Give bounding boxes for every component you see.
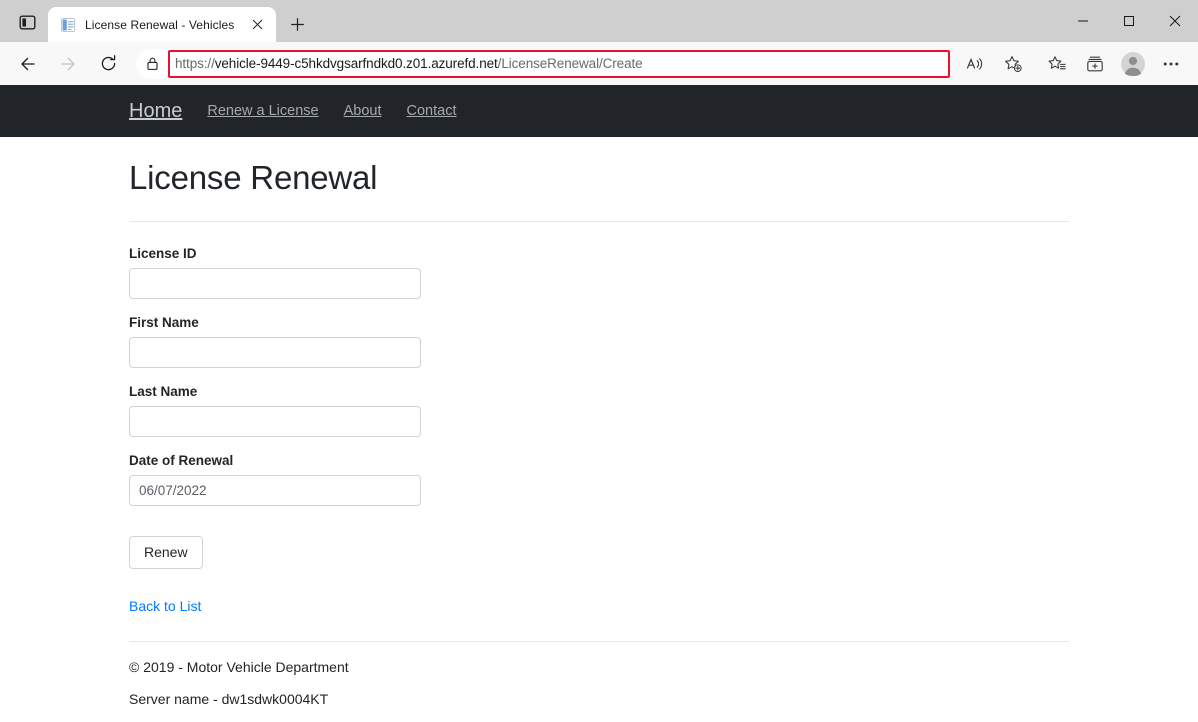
- window-controls: [1060, 0, 1198, 42]
- label-last-name: Last Name: [129, 384, 198, 399]
- license-id-input[interactable]: [129, 268, 421, 299]
- nav-link-contact[interactable]: Contact: [407, 103, 457, 119]
- nav-link-about[interactable]: About: [344, 103, 382, 119]
- main-content: License Renewal License ID First Name La…: [129, 137, 1069, 642]
- back-button[interactable]: [11, 47, 45, 81]
- collections-button[interactable]: [1078, 47, 1112, 81]
- tab-actions-icon: [19, 14, 36, 31]
- favorites-button[interactable]: [1040, 47, 1074, 81]
- arrow-right-icon: [58, 54, 78, 74]
- url-text: https://vehicle-9449-c5hkdvgsarfndkd0.z0…: [175, 56, 643, 71]
- add-favorite-button[interactable]: [996, 47, 1030, 81]
- read-aloud-icon: [965, 54, 985, 74]
- title-bar: License Renewal - Vehicles: [0, 0, 1198, 42]
- browser-window: License Renewal - Vehicles https://vehic…: [0, 0, 1198, 722]
- favorites-list-icon: [1047, 54, 1067, 74]
- form-group-first-name: First Name: [129, 315, 1069, 368]
- refresh-button[interactable]: [91, 47, 125, 81]
- page-viewport: Home Renew a License About Contact Licen…: [0, 85, 1198, 722]
- star-plus-icon: [1003, 54, 1023, 74]
- label-first-name: First Name: [129, 315, 199, 330]
- toolbar-icon-group: [956, 47, 1190, 81]
- first-name-input[interactable]: [129, 337, 421, 368]
- read-aloud-button[interactable]: [958, 47, 992, 81]
- forward-button[interactable]: [51, 47, 85, 81]
- ellipsis-icon: [1161, 54, 1181, 74]
- settings-more-button[interactable]: [1154, 47, 1188, 81]
- maximize-button[interactable]: [1106, 0, 1152, 42]
- form-group-last-name: Last Name: [129, 384, 1069, 437]
- form-group-license-id: License ID: [129, 246, 1069, 299]
- tab-title: License Renewal - Vehicles: [85, 17, 235, 32]
- site-footer: © 2019 - Motor Vehicle Department Server…: [129, 642, 1198, 707]
- minimize-button[interactable]: [1060, 0, 1106, 42]
- nav-link-renew-a-license[interactable]: Renew a License: [207, 103, 318, 119]
- site-navbar: Home Renew a License About Contact: [0, 85, 1198, 137]
- url-path: /LicenseRenewal/Create: [497, 56, 643, 71]
- address-bar[interactable]: https://vehicle-9449-c5hkdvgsarfndkd0.z0…: [136, 48, 950, 79]
- date-of-renewal-input[interactable]: [129, 475, 421, 506]
- close-window-button[interactable]: [1152, 0, 1198, 42]
- footer-server-name: Server name - dw1sdwk0004KT: [129, 691, 329, 707]
- browser-toolbar: https://vehicle-9449-c5hkdvgsarfndkd0.z0…: [0, 42, 1198, 85]
- avatar-icon: [1120, 51, 1146, 77]
- reload-icon: [99, 54, 118, 73]
- close-tab-icon[interactable]: [246, 14, 268, 36]
- page-title: License Renewal: [129, 159, 378, 196]
- lock-icon[interactable]: [136, 49, 168, 79]
- url-scheme: https://: [175, 56, 215, 71]
- plus-icon: [290, 17, 305, 32]
- new-tab-button[interactable]: [282, 9, 312, 39]
- back-to-list-link[interactable]: Back to List: [129, 598, 201, 614]
- license-renewal-form: License ID First Name Last Name Date of …: [129, 246, 1069, 569]
- url-highlight-box[interactable]: https://vehicle-9449-c5hkdvgsarfndkd0.z0…: [168, 49, 950, 78]
- browser-tab[interactable]: License Renewal - Vehicles: [48, 7, 276, 42]
- document-favicon: [60, 17, 76, 33]
- renew-button[interactable]: Renew: [129, 536, 203, 569]
- footer-copyright: © 2019 - Motor Vehicle Department: [129, 659, 349, 675]
- title-divider: [129, 221, 1069, 222]
- label-license-id: License ID: [129, 246, 197, 261]
- arrow-left-icon: [18, 54, 38, 74]
- navbar-brand-home[interactable]: Home: [129, 100, 182, 123]
- label-date-of-renewal: Date of Renewal: [129, 453, 234, 468]
- url-host: vehicle-9449-c5hkdvgsarfndkd0.z01.azuref…: [214, 56, 498, 71]
- last-name-input[interactable]: [129, 406, 421, 437]
- tab-actions-button[interactable]: [8, 5, 46, 39]
- form-group-date-of-renewal: Date of Renewal: [129, 453, 1069, 506]
- profile-button[interactable]: [1116, 47, 1150, 81]
- collections-icon: [1085, 54, 1105, 74]
